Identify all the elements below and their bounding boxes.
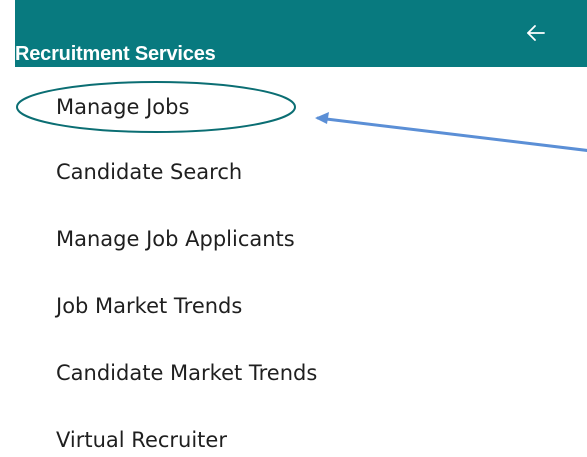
menu-item-manage-job-applicants[interactable]: Manage Job Applicants — [56, 219, 295, 259]
menu-item-candidate-market-trends[interactable]: Candidate Market Trends — [56, 353, 317, 393]
panel-title: Recruitment Services — [15, 43, 216, 65]
navigation-menu: Manage Jobs Candidate Search Manage Job … — [0, 67, 587, 457]
menu-item-candidate-search[interactable]: Candidate Search — [56, 152, 242, 192]
menu-item-job-market-trends[interactable]: Job Market Trends — [56, 286, 242, 326]
panel-header: Recruitment Services — [15, 0, 587, 67]
menu-item-manage-jobs[interactable]: Manage Jobs — [56, 87, 189, 127]
menu-item-virtual-recruiter[interactable]: Virtual Recruiter — [56, 420, 227, 457]
recruitment-services-panel: Recruitment Services Manage Jobs Candida… — [0, 0, 587, 457]
arrow-left-icon — [527, 25, 545, 41]
back-button[interactable] — [518, 15, 554, 51]
